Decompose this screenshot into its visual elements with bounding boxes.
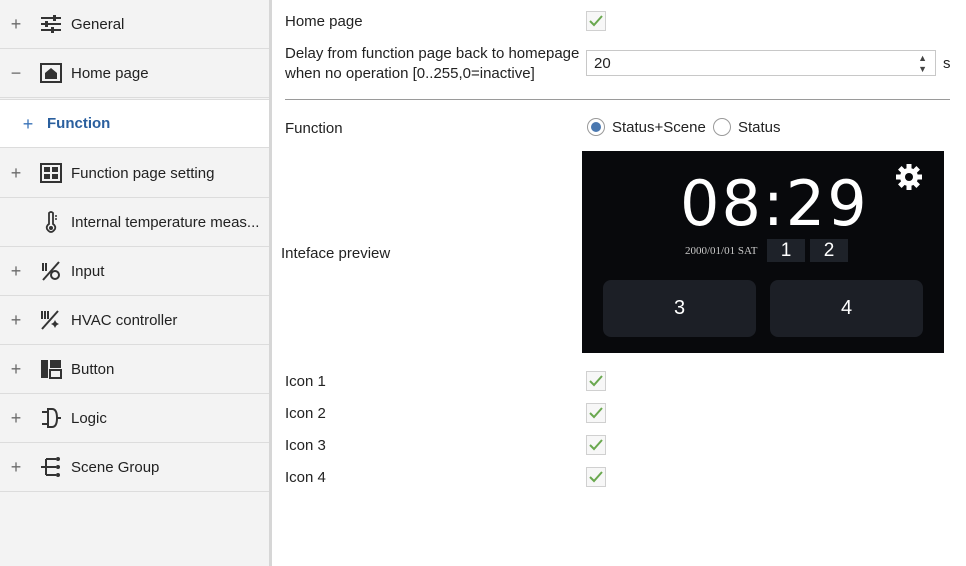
sliders-icon	[40, 13, 62, 35]
function-label: Function	[285, 120, 343, 137]
thermometer-icon	[40, 211, 62, 233]
home-icon	[40, 62, 62, 84]
expand-icon[interactable]: +	[9, 409, 23, 427]
sidebar-item-label: Button	[71, 360, 115, 378]
sidebar-item-function[interactable]: + Function	[0, 99, 272, 148]
sidebar-item-home-page[interactable]: − Home page	[0, 49, 270, 98]
hvac-icon	[40, 309, 62, 331]
check-icon	[589, 471, 603, 483]
sidebar-item-label: Function page setting	[71, 164, 215, 182]
check-icon	[589, 439, 603, 451]
preview-button-4: 4	[770, 280, 923, 337]
radio-status-scene-label[interactable]: Status+Scene	[612, 119, 706, 136]
sidebar-item-scene-group[interactable]: + Scene Group	[0, 443, 270, 492]
delay-unit: s	[943, 55, 951, 72]
section-divider	[285, 99, 950, 100]
radio-status[interactable]	[713, 118, 731, 136]
expand-icon[interactable]: +	[21, 115, 35, 133]
sidebar: + General − Home page + Function + Funct…	[0, 0, 272, 566]
sidebar-item-function-page-setting[interactable]: + Function page setting	[0, 149, 270, 198]
icon-3-label: Icon 3	[285, 437, 326, 454]
icon-4-checkbox[interactable]	[586, 467, 606, 487]
preview-clock: 08:29	[680, 167, 869, 240]
expand-icon[interactable]: +	[9, 164, 23, 182]
sidebar-item-label: Internal temperature meas...	[71, 213, 260, 231]
spin-down-icon[interactable]: ▼	[918, 65, 927, 74]
check-icon	[589, 375, 603, 387]
sidebar-item-label: HVAC controller	[71, 311, 178, 329]
scene-group-icon	[40, 456, 62, 478]
preview-icon-1: 1	[767, 239, 805, 262]
check-icon	[589, 407, 603, 419]
expand-icon[interactable]: +	[9, 262, 23, 280]
interface-preview: 08:29 2000/01/01 SAT 1 2 3 4	[582, 151, 944, 353]
sidebar-item-general[interactable]: + General	[0, 0, 270, 49]
sidebar-item-label: Scene Group	[71, 458, 160, 476]
sidebar-item-internal-temperature[interactable]: Internal temperature meas...	[0, 198, 270, 247]
expand-icon[interactable]: +	[9, 360, 23, 378]
icon-2-checkbox[interactable]	[586, 403, 606, 423]
check-icon	[589, 15, 603, 27]
interface-preview-label: Inteface preview	[281, 245, 391, 262]
home-page-label: Home page	[285, 13, 363, 30]
input-icon	[40, 260, 62, 282]
icon-3-checkbox[interactable]	[586, 435, 606, 455]
sidebar-item-label: Input	[71, 262, 105, 280]
grid-icon	[40, 162, 62, 184]
expand-icon[interactable]: +	[9, 458, 23, 476]
collapse-icon[interactable]: −	[9, 64, 23, 82]
app-root: + General − Home page + Function + Funct…	[0, 0, 966, 566]
sidebar-item-label: Home page	[71, 64, 149, 82]
sidebar-item-button[interactable]: + Button	[0, 345, 270, 394]
preview-icon-2: 2	[810, 239, 848, 262]
radio-status-label[interactable]: Status	[738, 119, 781, 136]
sidebar-item-label: General	[71, 15, 125, 33]
logic-icon	[40, 407, 62, 429]
icon-4-label: Icon 4	[285, 469, 326, 486]
icon-1-label: Icon 1	[285, 373, 326, 390]
home-page-checkbox[interactable]	[586, 11, 606, 31]
icon-2-label: Icon 2	[285, 405, 326, 422]
sidebar-item-hvac-controller[interactable]: + HVAC controller	[0, 296, 270, 345]
delay-label-line2: when no operation [0..255,0=inactive]	[285, 65, 535, 82]
sidebar-item-label: Function	[47, 115, 111, 132]
main-panel: Home page Delay from function page back …	[272, 0, 966, 566]
delay-spinbox[interactable]: 20 ▲ ▼	[586, 50, 936, 76]
preview-button-3: 3	[603, 280, 756, 337]
sidebar-item-input[interactable]: + Input	[0, 247, 270, 296]
expand-icon[interactable]: +	[9, 15, 23, 33]
delay-label-line1: Delay from function page back to homepag…	[285, 45, 580, 62]
button-icon	[40, 358, 62, 380]
sidebar-item-logic[interactable]: + Logic	[0, 394, 270, 443]
sidebar-item-label: Logic	[71, 409, 107, 427]
delay-value[interactable]: 20	[594, 55, 611, 72]
icon-1-checkbox[interactable]	[586, 371, 606, 391]
spin-up-icon[interactable]: ▲	[918, 54, 927, 63]
radio-status-scene[interactable]	[587, 118, 605, 136]
expand-icon[interactable]: +	[9, 311, 23, 329]
preview-date: 2000/01/01 SAT	[685, 245, 758, 257]
gear-icon	[896, 164, 922, 190]
